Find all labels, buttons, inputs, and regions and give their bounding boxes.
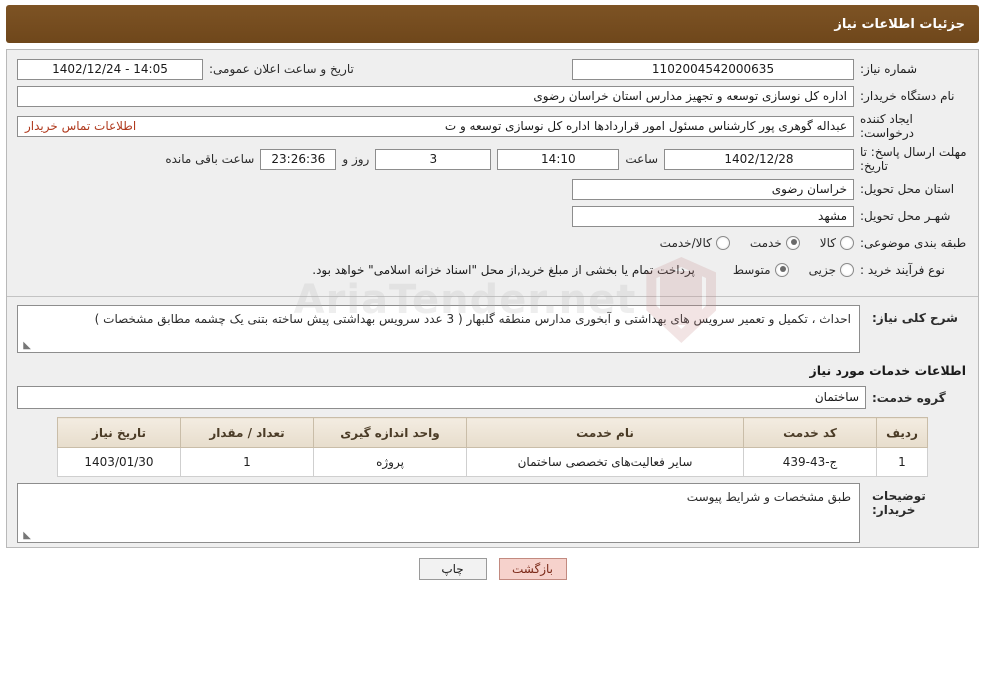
cell-quantity: 1 xyxy=(180,447,314,477)
need-description-textarea[interactable]: احداث ، تکمیل و تعمیر سرویس های بهداشتی … xyxy=(17,305,860,353)
resize-handle-icon[interactable]: ◣ xyxy=(21,531,31,541)
need-description-label: شرح کلی نیاز: xyxy=(872,311,958,325)
row-purchase-type: نوع فرآیند خرید : جزیی متوسط پرداخت تمام… xyxy=(17,259,968,281)
row-need-description: شرح کلی نیاز: احداث ، تکمیل و تعمیر سروی… xyxy=(17,305,968,353)
row-need-number: شماره نیاز: 1102004542000635 تاریخ و ساع… xyxy=(17,58,968,80)
row-city: شهـر محل تحویل: مشهد xyxy=(17,205,968,227)
purchase-type-note: پرداخت تمام یا بخشی از مبلغ خرید,از محل … xyxy=(312,263,695,277)
buyer-notes-value: طبق مشخصات و شرایط پیوست xyxy=(686,490,851,504)
city-label: شهـر محل تحویل: xyxy=(860,209,951,223)
buyer-notes-label: توضیحات خریدار: xyxy=(872,489,926,517)
purchase-type-option-jozei[interactable]: جزیی xyxy=(809,263,854,277)
action-buttons: بازگشت چاپ xyxy=(0,558,985,588)
purchase-type-option-motavaset[interactable]: متوسط xyxy=(733,263,789,277)
col-unit: واحد اندازه گیری xyxy=(313,417,467,448)
row-category: طبقه بندی موضوعی: کالا خدمت کالا/خدمت xyxy=(17,232,968,254)
radio-icon[interactable] xyxy=(774,263,789,277)
buyer-org-label: نام دستگاه خریدار: xyxy=(860,89,955,103)
col-code: کد خدمت xyxy=(743,417,877,448)
cell-unit: پروژه xyxy=(313,447,467,477)
category-option-kala[interactable]: کالا xyxy=(820,236,854,250)
cell-code: ج-43-439 xyxy=(743,447,877,477)
purchase-type-option-label: جزیی xyxy=(808,263,836,277)
col-quantity: تعداد / مقدار xyxy=(180,417,314,448)
purchase-type-option-label: متوسط xyxy=(732,263,771,277)
buyer-contact-link[interactable]: اطلاعات تماس خریدار xyxy=(25,119,136,133)
category-label: طبقه بندی موضوعی: xyxy=(860,236,967,250)
city-value: مشهد xyxy=(572,205,854,227)
need-details-panel: شماره نیاز: 1102004542000635 تاریخ و ساع… xyxy=(6,49,979,548)
need-description-section: شرح کلی نیاز: احداث ، تکمیل و تعمیر سروی… xyxy=(7,297,978,547)
category-option-label: خدمت xyxy=(749,236,782,250)
province-label: استان محل تحویل: xyxy=(860,182,955,196)
creator-label: ایجاد کننده درخواست: xyxy=(860,112,914,140)
col-name: نام خدمت xyxy=(466,417,744,448)
deadline-time-value: 14:10 xyxy=(497,148,620,170)
purchase-type-radio-group[interactable]: جزیی متوسط پرداخت تمام یا بخشی از مبلغ خ… xyxy=(312,263,854,277)
category-option-kala-khedmat[interactable]: کالا/خدمت xyxy=(660,236,730,250)
category-option-label: کالا/خدمت xyxy=(659,236,712,250)
cell-row: 1 xyxy=(876,447,928,477)
province-value: خراسان رضوی xyxy=(572,178,854,200)
back-button[interactable]: بازگشت xyxy=(498,558,567,580)
general-info-section: شماره نیاز: 1102004542000635 تاریخ و ساع… xyxy=(7,50,978,292)
service-group-value: ساختمان xyxy=(17,386,866,409)
resize-handle-icon[interactable]: ◣ xyxy=(21,341,31,351)
need-number-label: شماره نیاز: xyxy=(860,62,917,76)
row-deadline: مهلت ارسال پاسخ: تا تاریخ: 1402/12/28 سا… xyxy=(17,145,968,173)
row-province: استان محل تحویل: خراسان رضوی xyxy=(17,178,968,200)
deadline-date-value: 1402/12/28 xyxy=(664,148,854,170)
table-header-row: ردیف کد خدمت نام خدمت واحد اندازه گیری ت… xyxy=(57,417,928,448)
page-header: جزئیات اطلاعات نیاز xyxy=(6,5,979,43)
services-table: ردیف کد خدمت نام خدمت واحد اندازه گیری ت… xyxy=(57,417,928,477)
radio-icon[interactable] xyxy=(785,236,800,250)
need-number-value: 1102004542000635 xyxy=(572,58,854,80)
deadline-label: مهلت ارسال پاسخ: تا تاریخ: xyxy=(860,145,967,173)
col-row: ردیف xyxy=(876,417,928,448)
radio-icon[interactable] xyxy=(840,263,854,277)
row-buyer-org: نام دستگاه خریدار: اداره کل نوسازی توسعه… xyxy=(17,85,968,107)
cell-name: سایر فعالیت‌های تخصصی ساختمان xyxy=(466,447,744,477)
col-date: تاریخ نیاز xyxy=(57,417,181,448)
cell-date: 1403/01/30 xyxy=(57,447,181,477)
buyer-org-value: اداره کل نوسازی توسعه و تجهیز مدارس استا… xyxy=(17,85,854,107)
creator-value: عبداله گوهری پور کارشناس مسئول امور قرار… xyxy=(17,115,854,137)
category-option-label: کالا xyxy=(819,236,836,250)
remaining-countdown-value: 23:26:36 xyxy=(260,148,337,170)
announce-datetime-value: 14:05 - 1402/12/24 xyxy=(17,58,203,80)
services-section-title: اطلاعات خدمات مورد نیاز xyxy=(809,363,967,378)
category-radio-group[interactable]: کالا خدمت کالا/خدمت xyxy=(644,236,854,250)
announce-datetime-label: تاریخ و ساعت اعلان عمومی: xyxy=(209,62,354,76)
need-description-value: احداث ، تکمیل و تعمیر سرویس های بهداشتی … xyxy=(94,312,851,326)
radio-icon[interactable] xyxy=(715,236,730,250)
category-option-khedmat[interactable]: خدمت xyxy=(750,236,800,250)
row-buyer-notes: توضیحات خریدار: طبق مشخصات و شرایط پیوست… xyxy=(17,483,968,543)
remaining-days-value: 3 xyxy=(375,148,492,170)
print-button[interactable]: چاپ xyxy=(418,558,487,580)
page-title: جزئیات اطلاعات نیاز xyxy=(834,16,965,32)
hour-label: ساعت xyxy=(625,152,658,166)
row-request-creator: ایجاد کننده درخواست: عبداله گوهری پور کا… xyxy=(17,112,968,140)
days-label: روز و xyxy=(342,152,370,166)
row-service-group: گروه خدمت: ساختمان xyxy=(17,386,968,409)
purchase-type-label: نوع فرآیند خرید : xyxy=(860,263,945,277)
radio-icon[interactable] xyxy=(840,236,854,250)
table-row: 1 ج-43-439 سایر فعالیت‌های تخصصی ساختمان… xyxy=(57,447,928,477)
remaining-hours-label: ساعت باقی مانده xyxy=(165,152,255,166)
buyer-notes-textarea[interactable]: طبق مشخصات و شرایط پیوست ◣ xyxy=(17,483,860,543)
service-group-label: گروه خدمت: xyxy=(872,390,946,405)
